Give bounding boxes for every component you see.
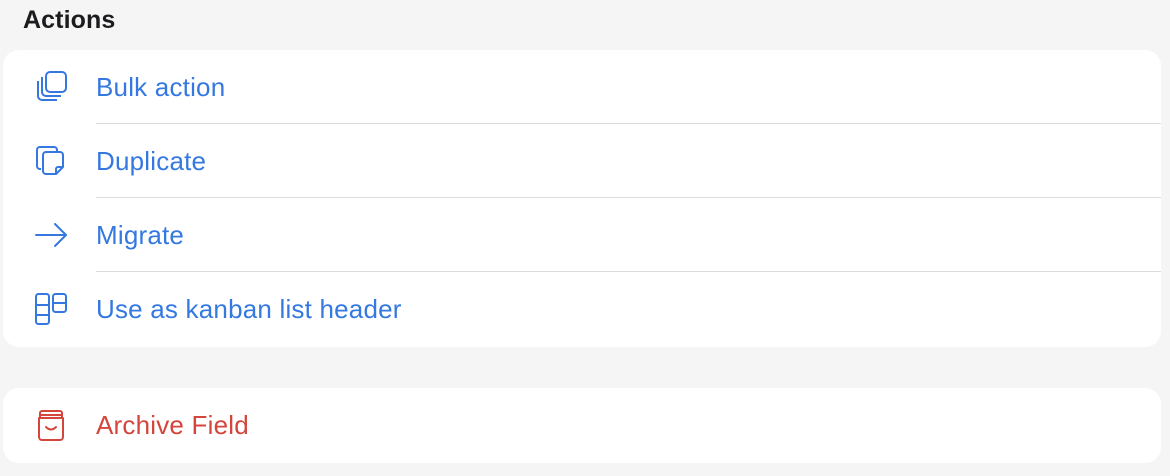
archive-field-label: Archive Field <box>96 409 249 440</box>
danger-card: Archive Field <box>3 388 1161 463</box>
section-title-actions: Actions <box>23 6 116 34</box>
migrate-label: Migrate <box>96 219 185 250</box>
kanban-header-row[interactable]: Use as kanban list header <box>3 272 1161 346</box>
arrow-right-icon <box>33 217 69 253</box>
archive-field-row[interactable]: Archive Field <box>3 388 1161 462</box>
stacked-copies-icon <box>33 69 69 105</box>
archive-box-icon <box>33 407 69 443</box>
kanban-columns-icon <box>33 291 69 327</box>
bulk-action-label: Bulk action <box>96 71 226 102</box>
actions-card: Bulk action Duplicate Migrate Use as kan… <box>3 50 1161 347</box>
kanban-header-label: Use as kanban list header <box>96 293 402 324</box>
duplicate-document-icon <box>33 143 69 179</box>
duplicate-label: Duplicate <box>96 145 207 176</box>
duplicate-row[interactable]: Duplicate <box>3 124 1161 198</box>
migrate-row[interactable]: Migrate <box>3 198 1161 272</box>
bulk-action-row[interactable]: Bulk action <box>3 50 1161 124</box>
